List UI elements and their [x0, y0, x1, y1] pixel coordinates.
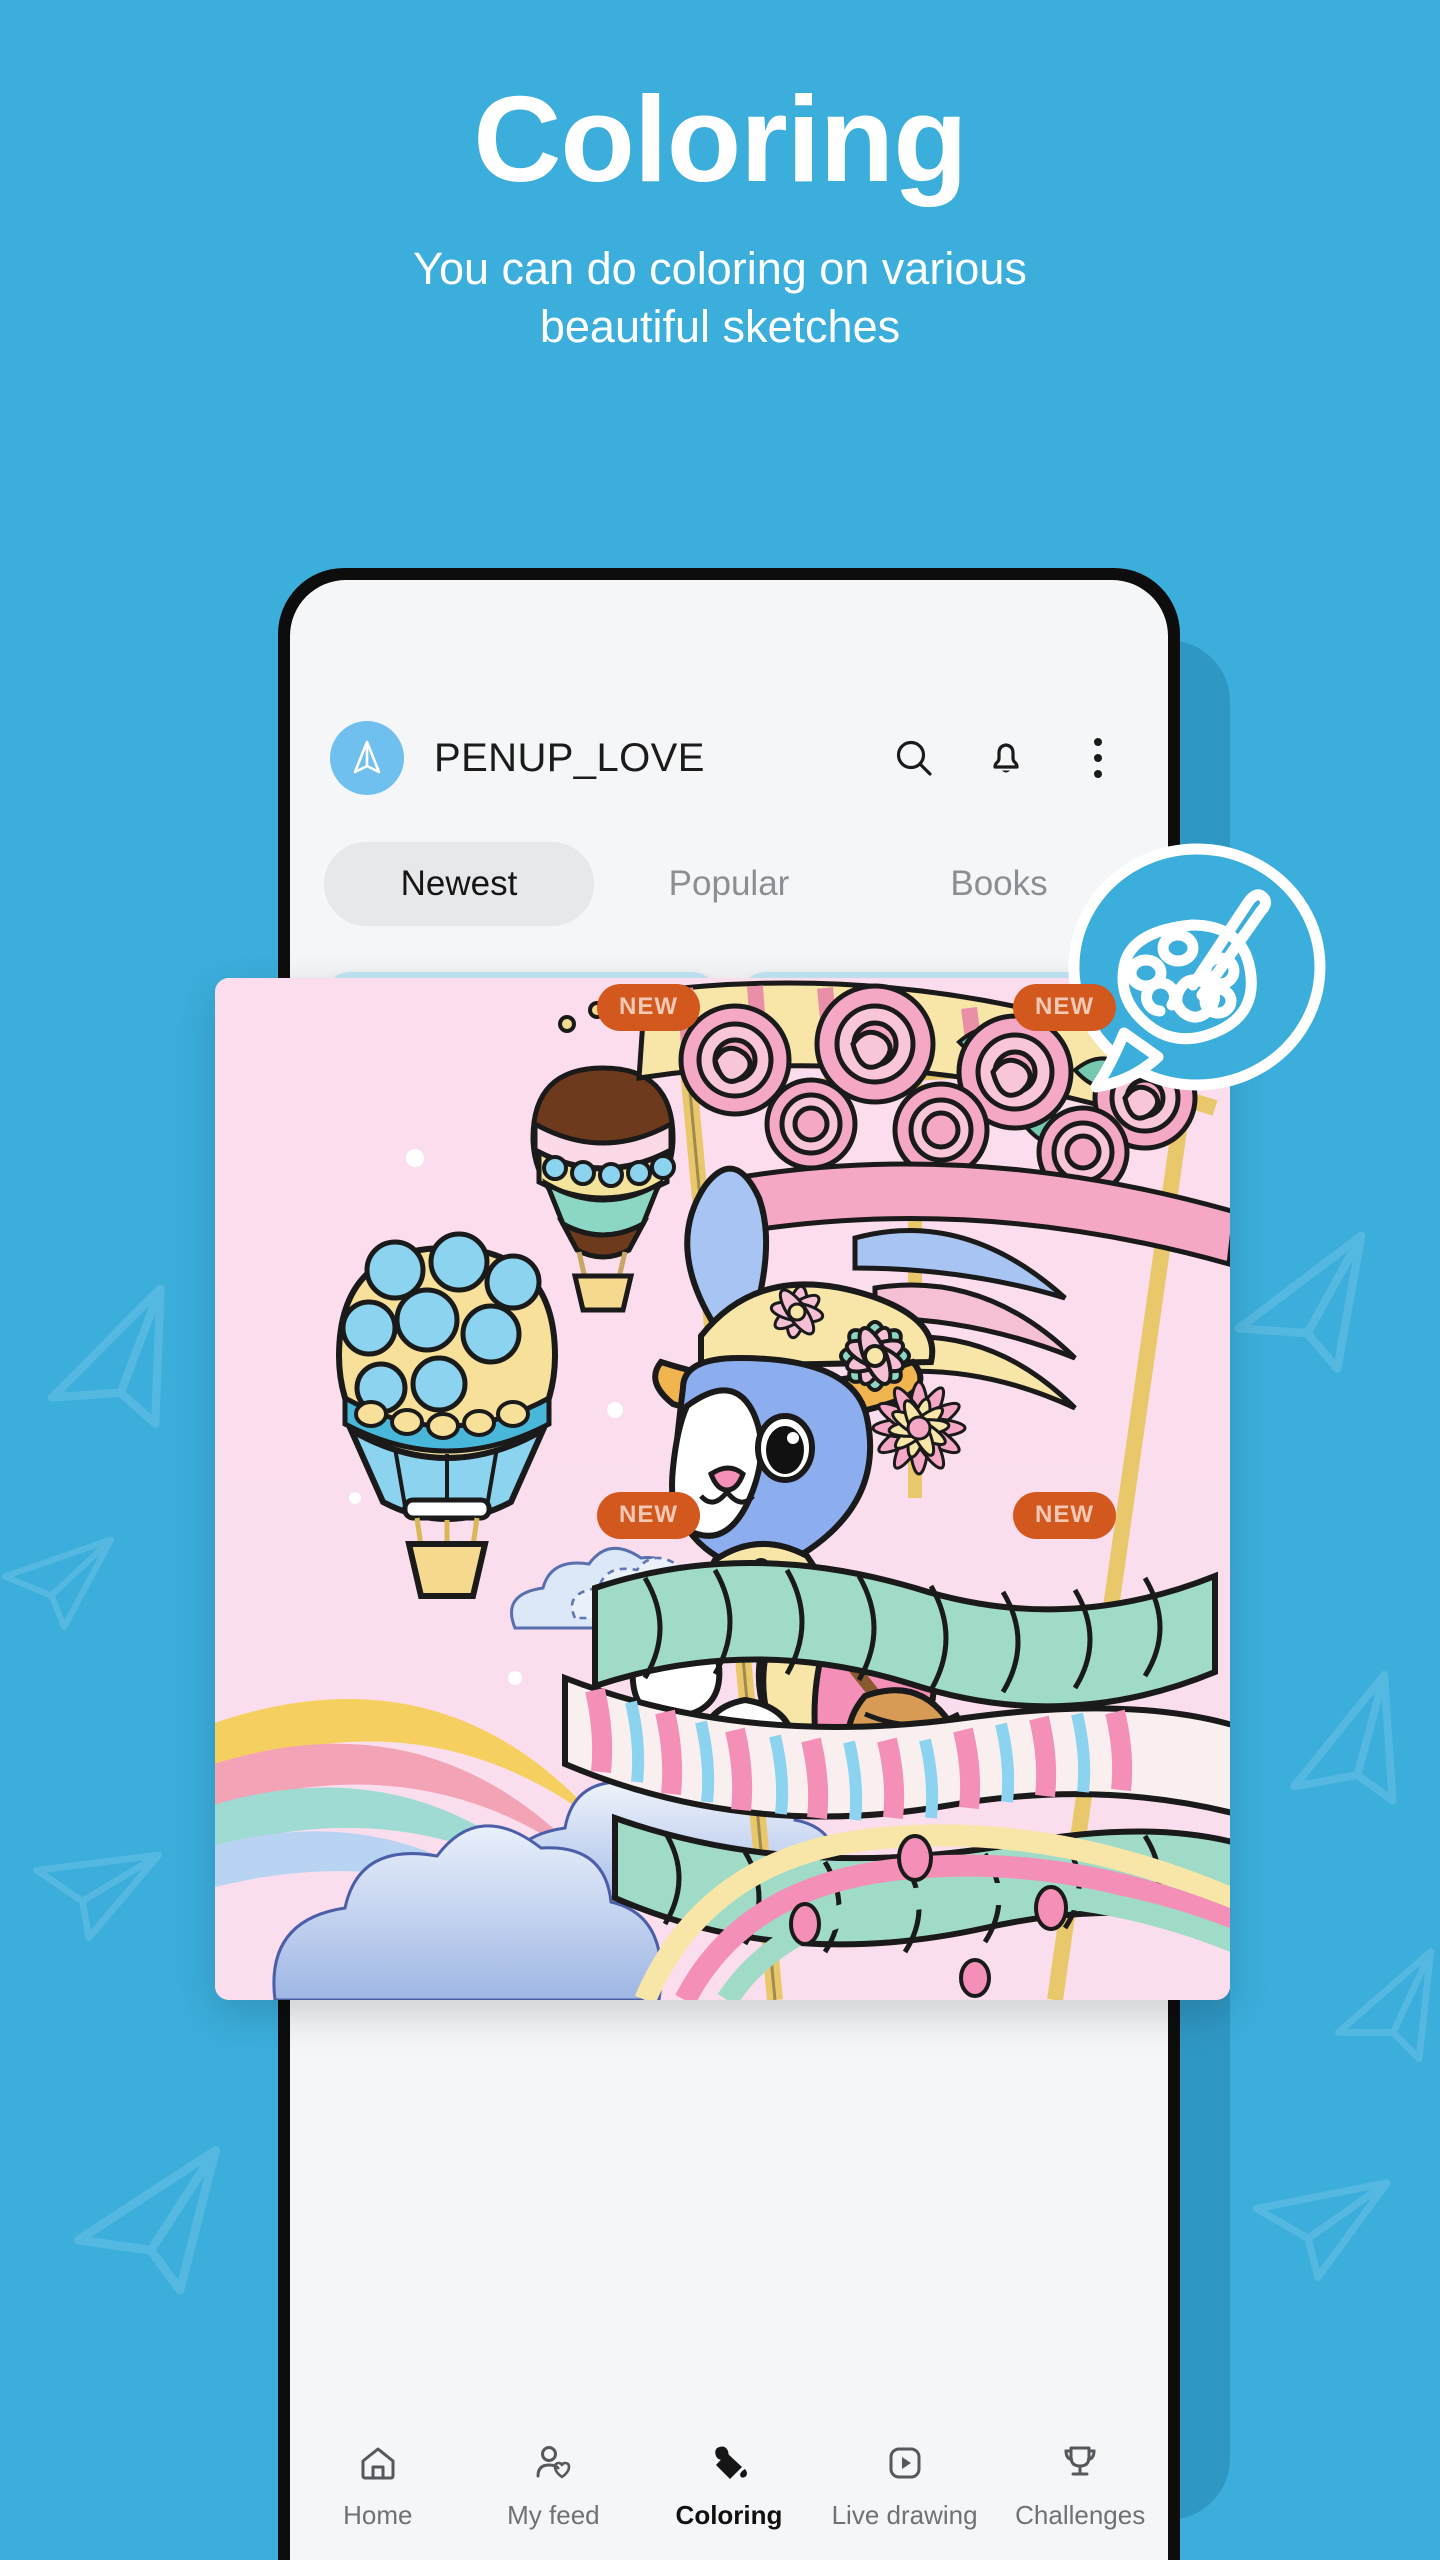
- tab-newest[interactable]: Newest: [324, 842, 594, 926]
- nav-label: Coloring: [675, 2500, 783, 2530]
- paper-plane-outline-icon: [0, 1513, 118, 1644]
- hero-subtitle-line-2: beautiful sketches: [539, 300, 901, 352]
- status-badge: NEW: [1013, 1492, 1116, 1539]
- paper-plane-outline-icon: [1316, 1937, 1440, 2090]
- search-icon[interactable]: [890, 734, 938, 782]
- nav-item-challenges[interactable]: Challenges: [992, 2438, 1168, 2531]
- paint-bucket-icon: [706, 2438, 752, 2488]
- status-badge: NEW: [597, 1492, 700, 1539]
- bottom-navigation: Home My feed Coloring Live drawing Chall…: [290, 2422, 1168, 2560]
- tab-bar: Newest Popular Books: [290, 836, 1168, 932]
- nav-item-live-drawing[interactable]: Live drawing: [817, 2438, 993, 2531]
- nav-item-home[interactable]: Home: [290, 2438, 466, 2531]
- paper-plane-outline-icon: [19, 1271, 211, 1470]
- paper-plane-outline-icon: [1256, 1658, 1440, 1851]
- page-title: Coloring: [473, 71, 967, 207]
- paper-plane-outline-icon: [12, 1803, 169, 1964]
- more-vertical-icon[interactable]: [1074, 734, 1122, 782]
- app-bar-actions: [890, 734, 1122, 782]
- nav-label: Live drawing: [831, 2500, 978, 2530]
- hero-subtitle: You can do coloring on various beautiful…: [0, 240, 1440, 355]
- paper-plane-outline-icon: [62, 2132, 239, 2318]
- home-icon: [355, 2438, 401, 2488]
- palette-brush-icon: [1068, 843, 1326, 1093]
- app-bar: PENUP_LOVE: [290, 706, 1168, 810]
- avatar[interactable]: [330, 721, 404, 795]
- more-dots: [1094, 738, 1102, 778]
- featured-coloring-artwork[interactable]: [215, 978, 1230, 2000]
- hero-section: Coloring You can do coloring on various …: [0, 0, 1440, 355]
- trophy-icon: [1057, 2438, 1103, 2488]
- nav-item-my-feed[interactable]: My feed: [466, 2438, 642, 2531]
- tab-popular[interactable]: Popular: [594, 842, 864, 926]
- play-square-icon: [882, 2438, 928, 2488]
- palette-badge[interactable]: [1068, 843, 1326, 1101]
- person-heart-icon: [530, 2438, 576, 2488]
- nav-label: Home: [343, 2500, 413, 2530]
- paper-plane-outline-icon: [1233, 2135, 1396, 2304]
- nav-item-coloring[interactable]: Coloring: [641, 2438, 817, 2531]
- bell-icon[interactable]: [982, 734, 1030, 782]
- hero-subtitle-line-1: You can do coloring on various: [413, 243, 1027, 294]
- paper-plane-outline-icon: [1217, 1218, 1393, 1402]
- nav-label: Challenges: [1015, 2500, 1146, 2530]
- status-badge: NEW: [597, 984, 700, 1031]
- status-badge: NEW: [1013, 984, 1116, 1031]
- nav-label: My feed: [507, 2500, 600, 2530]
- paper-plane-icon: [353, 740, 381, 774]
- username-label: PENUP_LOVE: [434, 735, 705, 780]
